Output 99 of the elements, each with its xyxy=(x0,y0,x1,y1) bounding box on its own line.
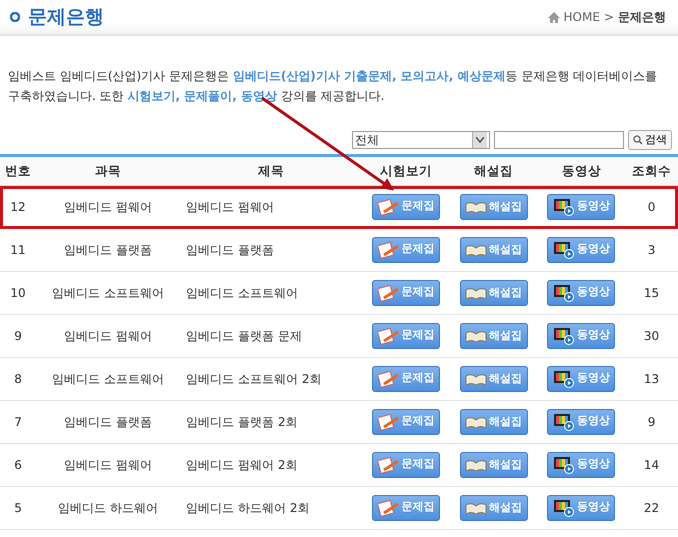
solution-button[interactable]: 해설집 xyxy=(460,237,528,263)
title-cell: 임베디드 플랫폼 2회 xyxy=(180,400,362,444)
views-cell: 3 xyxy=(625,228,678,272)
solution-button[interactable]: 해설집 xyxy=(460,323,528,349)
book-icon xyxy=(465,199,488,215)
exam-button[interactable]: 문제집 xyxy=(372,322,440,348)
subject-cell: 임베디드 소프트웨어 xyxy=(36,358,180,400)
subject-cell: 임베디드 펌웨어 xyxy=(36,186,180,228)
pencil-paper-icon xyxy=(378,412,400,430)
title-cell: 임베디드 플랫폼 xyxy=(180,228,362,272)
search-field[interactable] xyxy=(494,131,624,149)
monitor-play-icon xyxy=(552,240,575,258)
dropdown-caret-icon xyxy=(476,137,484,143)
exam-button[interactable]: 문제집 xyxy=(372,280,440,306)
column-header: 시험보기 xyxy=(362,156,450,186)
number-cell: 10 xyxy=(0,272,36,314)
number-cell: 8 xyxy=(0,358,36,400)
search-button[interactable]: 검색 xyxy=(628,130,672,150)
solution-button[interactable]: 해설집 xyxy=(460,409,528,435)
book-icon xyxy=(465,457,488,473)
exam-button[interactable]: 문제집 xyxy=(372,236,440,262)
pencil-paper-icon xyxy=(378,326,400,344)
column-header: 제목 xyxy=(180,156,362,186)
subject-cell: 임베디드 하드웨어 xyxy=(36,486,180,530)
monitor-play-icon xyxy=(552,284,575,302)
views-cell: 0 xyxy=(625,186,678,228)
views-cell: 14 xyxy=(625,444,678,486)
pencil-paper-icon xyxy=(378,284,400,302)
video-button[interactable]: 동영상 xyxy=(547,236,616,262)
views-cell: 30 xyxy=(625,314,678,358)
exam-button[interactable]: 문제집 xyxy=(372,366,440,392)
video-button[interactable]: 동영상 xyxy=(547,194,616,220)
intro-paragraph: 임베스트 임베디드(산업)기사 문제은행은 임베디드(산업)기사 기출문제, 모의고사, 예상문제등 문제은행 데이터베이스를 구축하였습니다. 또한 시험보기, 문제풀이, 동영상 강의를 제공합니다. xyxy=(7,68,658,105)
subject-cell: 임베디드 소프트웨어 xyxy=(36,272,180,314)
monitor-play-icon xyxy=(552,326,575,344)
video-button[interactable]: 동영상 xyxy=(547,366,616,392)
subject-cell: 임베디드 플랫폼 xyxy=(36,400,180,444)
title-cell: 임베디드 소프트웨어 2회 xyxy=(180,358,362,400)
number-cell: 11 xyxy=(0,228,36,272)
book-icon xyxy=(465,328,488,344)
video-button[interactable]: 동영상 xyxy=(547,452,616,478)
number-cell: 5 xyxy=(0,486,36,530)
title-cell: 임베디드 하드웨어 2회 xyxy=(180,486,362,530)
video-button[interactable]: 동영상 xyxy=(547,408,616,434)
solution-button[interactable]: 해설집 xyxy=(460,280,528,306)
monitor-play-icon xyxy=(552,498,575,516)
exam-button[interactable]: 문제집 xyxy=(372,494,440,520)
views-cell: 15 xyxy=(625,272,678,314)
breadcrumb-current: 문제은행 xyxy=(618,9,666,26)
number-cell: 6 xyxy=(0,444,36,486)
book-icon xyxy=(465,285,488,301)
title-cell: 임베디드 플랫폼 문제 xyxy=(180,314,362,358)
pencil-paper-icon xyxy=(378,240,400,258)
title-cell: 임베디드 펌웨어 xyxy=(180,186,362,228)
number-cell: 12 xyxy=(0,186,36,228)
solution-button[interactable]: 해설집 xyxy=(460,452,528,478)
search-icon xyxy=(633,135,643,145)
views-cell: 22 xyxy=(625,486,678,530)
subject-cell: 임베디드 플랫폼 xyxy=(36,228,180,272)
breadcrumb-separator: > xyxy=(604,9,614,26)
column-header: 해설집 xyxy=(450,156,538,186)
solution-button[interactable]: 해설집 xyxy=(460,366,528,392)
book-icon xyxy=(465,371,488,387)
book-icon xyxy=(465,414,488,430)
solution-button[interactable]: 해설집 xyxy=(460,194,528,220)
views-cell: 9 xyxy=(625,400,678,444)
monitor-play-icon xyxy=(552,456,575,474)
subject-cell: 임베디드 펌웨어 xyxy=(36,314,180,358)
monitor-play-icon xyxy=(552,198,575,216)
pencil-paper-icon xyxy=(378,370,400,388)
category-select[interactable]: 전체 xyxy=(352,131,490,149)
monitor-play-icon xyxy=(552,370,575,388)
home-link[interactable]: HOME xyxy=(564,8,600,26)
video-button[interactable]: 동영상 xyxy=(547,322,616,348)
views-cell: 13 xyxy=(625,358,678,400)
book-icon xyxy=(465,242,488,258)
column-header: 조회수 xyxy=(625,156,678,186)
exam-button[interactable]: 문제집 xyxy=(372,408,440,434)
page-title: 문제은행 xyxy=(28,4,104,30)
title-cell: 임베디드 소프트웨어 xyxy=(180,272,362,314)
bullet-icon xyxy=(10,12,20,22)
column-header: 과목 xyxy=(36,156,180,186)
solution-button[interactable]: 해설집 xyxy=(460,495,528,521)
book-icon xyxy=(465,500,488,516)
monitor-play-icon xyxy=(552,412,575,430)
video-button[interactable]: 동영상 xyxy=(547,280,616,306)
title-cell: 임베디드 펌웨어 2회 xyxy=(180,444,362,486)
exam-button[interactable]: 문제집 xyxy=(372,452,440,478)
home-icon xyxy=(548,12,560,22)
number-cell: 7 xyxy=(0,400,36,444)
exam-button[interactable]: 문제집 xyxy=(372,194,440,220)
video-button[interactable]: 동영상 xyxy=(547,494,616,520)
column-header: 동영상 xyxy=(537,156,626,186)
pencil-paper-icon xyxy=(378,198,400,216)
pencil-paper-icon xyxy=(378,498,400,516)
column-header: 번호 xyxy=(0,156,36,186)
pencil-paper-icon xyxy=(378,456,400,474)
number-cell: 9 xyxy=(0,314,36,358)
subject-cell: 임베디드 펌웨어 xyxy=(36,444,180,486)
